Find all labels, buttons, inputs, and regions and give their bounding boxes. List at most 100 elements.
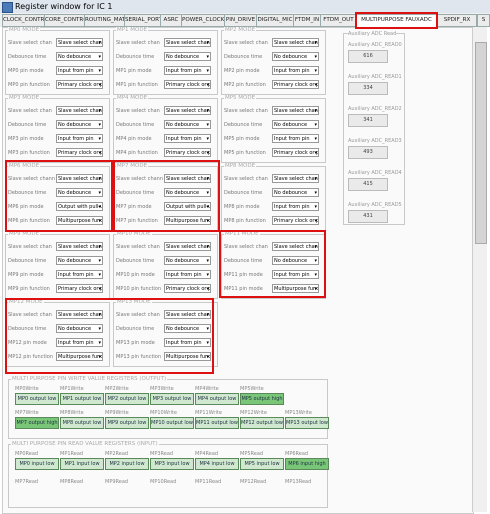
mp5-setting-dropdown[interactable]: Input from pin ▾ [272, 134, 319, 143]
mp0-setting-dropdown[interactable]: No debounce ▾ [56, 52, 103, 61]
tab-core-control[interactable]: CORE_CONTROL [44, 14, 85, 27]
register-toggle-button[interactable]: MP10 output low [150, 417, 194, 429]
register-toggle-button[interactable]: MP6 input high [285, 458, 329, 470]
panel-title: MP3 MODE [8, 95, 41, 101]
mp2-setting-row: Slave select chan Slave select chann ▾ [224, 38, 322, 48]
mp9-setting-dropdown[interactable]: No debounce ▾ [56, 256, 103, 265]
mp9-setting-dropdown[interactable]: Slave select chann ▾ [56, 242, 103, 251]
tab-s[interactable]: S [477, 14, 490, 27]
register-label: MP13Write [285, 410, 312, 416]
vertical-scrollbar[interactable] [472, 27, 487, 512]
mp0-setting-dropdown[interactable]: Slave select chann ▾ [56, 38, 103, 47]
register-toggle-button[interactable]: MP11 output low [195, 417, 239, 429]
register-toggle-button[interactable]: MP12 output low [240, 417, 284, 429]
tab-power-clocking[interactable]: POWER_CLOCKING [181, 14, 225, 27]
tab-serial-ports[interactable]: SERIAL_PORTS [124, 14, 161, 27]
register-toggle-button[interactable]: MP3 output low [150, 393, 194, 405]
dropdown-value: Input from pin [166, 68, 202, 74]
dropdown-value: No debounce [58, 122, 92, 128]
mp8-setting-dropdown[interactable]: Input from pin ▾ [272, 202, 319, 211]
mp5-setting-dropdown[interactable]: No debounce ▾ [272, 120, 319, 129]
tab-ftdm-out[interactable]: FTDM_OUT [320, 14, 357, 27]
chevron-down-icon: ▾ [314, 176, 317, 182]
highlight-box [219, 230, 326, 298]
mp1-setting-dropdown[interactable]: Slave select chann ▾ [164, 38, 211, 47]
mp1-setting-dropdown[interactable]: Primary clock or p ▾ [164, 80, 211, 89]
chevron-down-icon: ▾ [98, 122, 101, 128]
mp10-setting-dropdown[interactable]: Input from pin ▾ [164, 270, 211, 279]
mp4-setting-dropdown[interactable]: Slave select chann ▾ [164, 106, 211, 115]
mp3-setting-dropdown[interactable]: No debounce ▾ [56, 120, 103, 129]
tab-pin-drive[interactable]: PIN_DRIVE [224, 14, 257, 27]
register-toggle-button[interactable]: MP5 input low [240, 458, 284, 470]
setting-label: Debounce time [116, 54, 155, 60]
chevron-down-icon: ▾ [206, 258, 209, 264]
register-toggle-button[interactable]: MP0 output low [15, 393, 59, 405]
chevron-down-icon: ▾ [98, 68, 101, 74]
mp2-setting-dropdown[interactable]: Primary clock or p ▾ [272, 80, 319, 89]
mp1-setting-dropdown[interactable]: Input from pin ▾ [164, 66, 211, 75]
mp9-setting-dropdown[interactable]: Input from pin ▾ [56, 270, 103, 279]
dropdown-value: Slave select chann [274, 40, 319, 46]
dropdown-value: No debounce [274, 54, 308, 60]
tab-asrc[interactable]: ASRC [160, 14, 182, 27]
register-toggle-button[interactable]: MP13 output low [285, 417, 329, 429]
register-label: MP0Write [15, 386, 39, 392]
register-toggle-button[interactable]: MP7 output high [15, 417, 59, 429]
register-toggle-button[interactable]: MP4 output low [195, 393, 239, 405]
register-toggle-button[interactable]: MP0 input low [15, 458, 59, 470]
dropdown-value: Primary clock or p [274, 82, 319, 88]
mp2-setting-dropdown[interactable]: No debounce ▾ [272, 52, 319, 61]
tab-digital-mic[interactable]: DIGITAL_MIC [256, 14, 294, 27]
setting-label: MP3 pin function [8, 150, 50, 156]
mp9-setting-dropdown[interactable]: Primary clock or p ▾ [56, 284, 103, 293]
register-toggle-button[interactable]: MP4 input low [195, 458, 239, 470]
tab-spdif-rx[interactable]: SPDIF_RX [437, 14, 477, 27]
mp1-setting-dropdown[interactable]: No debounce ▾ [164, 52, 211, 61]
scrollbar-thumb[interactable] [475, 42, 487, 244]
register-toggle-button[interactable]: MP8 output low [60, 417, 104, 429]
mp0-setting-dropdown[interactable]: Primary clock or p ▾ [56, 80, 103, 89]
tab-ftdm-in[interactable]: FTDM_IN [293, 14, 321, 27]
mp4-setting-dropdown[interactable]: No debounce ▾ [164, 120, 211, 129]
mp5-setting-row: Slave select chan Slave select chann ▾ [224, 106, 322, 116]
mp5-setting-dropdown[interactable]: Slave select chann ▾ [272, 106, 319, 115]
mp10-setting-dropdown[interactable]: No debounce ▾ [164, 256, 211, 265]
register-toggle-button[interactable]: MP5 output high [240, 393, 284, 405]
tab-routing-matrix[interactable]: ROUTING_MATRIX [84, 14, 125, 27]
mp8-setting-dropdown[interactable]: Slave select chann ▾ [272, 174, 319, 183]
mp2-setting-dropdown[interactable]: Slave select chann ▾ [272, 38, 319, 47]
chevron-down-icon: ▾ [314, 122, 317, 128]
mp4-setting-row: MP4 pin function Primary clock or p ▾ [116, 148, 214, 158]
dropdown-value: Primary clock or p [166, 150, 211, 156]
chevron-down-icon: ▾ [206, 54, 209, 60]
mp8-setting-dropdown[interactable]: No debounce ▾ [272, 188, 319, 197]
mp0-setting-dropdown[interactable]: Input from pin ▾ [56, 66, 103, 75]
mp10-setting-dropdown[interactable]: Slave select chann ▾ [164, 242, 211, 251]
mp3-setting-dropdown[interactable]: Input from pin ▾ [56, 134, 103, 143]
register-label: MP10Read [150, 479, 177, 485]
register-toggle-button[interactable]: MP9 output low [105, 417, 149, 429]
register-toggle-button[interactable]: MP2 output low [105, 393, 149, 405]
mp3-setting-dropdown[interactable]: Primary clock or p ▾ [56, 148, 103, 157]
register-toggle-button[interactable]: MP2 input low [105, 458, 149, 470]
setting-label: MP1 pin mode [116, 68, 152, 74]
chevron-down-icon: ▾ [314, 150, 317, 156]
aux-adc-label: Auxiliary ADC_READ3 [348, 138, 402, 144]
tab-clock-control[interactable]: CLOCK_CONTROL [2, 14, 45, 27]
mp5-setting-dropdown[interactable]: Primary clock or p ▾ [272, 148, 319, 157]
mp10-setting-dropdown[interactable]: Primary clock or p ▾ [164, 284, 211, 293]
chevron-down-icon: ▾ [206, 40, 209, 46]
register-toggle-button[interactable]: MP1 input low [60, 458, 104, 470]
mp8-setting-dropdown[interactable]: Primary clock or p ▾ [272, 216, 319, 225]
setting-label: Slave select chan [224, 40, 268, 46]
panel-title: MP1 MODE [116, 27, 149, 33]
setting-label: Debounce time [224, 54, 263, 60]
dropdown-value: No debounce [58, 54, 92, 60]
register-toggle-button[interactable]: MP3 input low [150, 458, 194, 470]
mp4-setting-dropdown[interactable]: Primary clock or p ▾ [164, 148, 211, 157]
mp3-setting-dropdown[interactable]: Slave select chann ▾ [56, 106, 103, 115]
register-toggle-button[interactable]: MP1 output low [60, 393, 104, 405]
mp2-setting-dropdown[interactable]: Input from pin ▾ [272, 66, 319, 75]
mp4-setting-dropdown[interactable]: Input from pin ▾ [164, 134, 211, 143]
